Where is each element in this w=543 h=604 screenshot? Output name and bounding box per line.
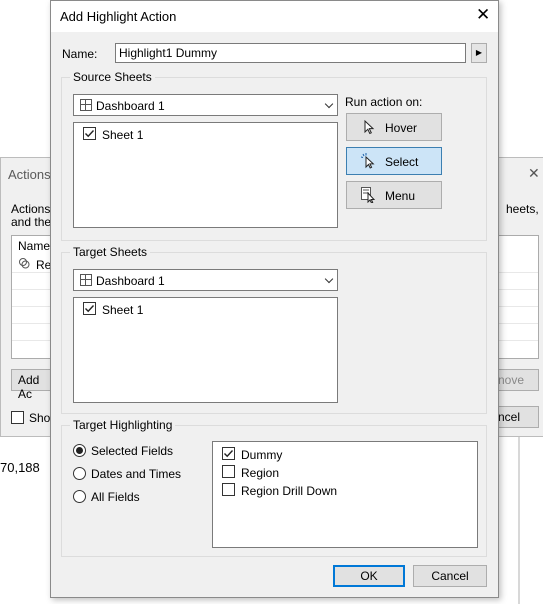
- close-icon[interactable]: ✕: [476, 6, 490, 23]
- ok-button[interactable]: OK: [333, 565, 405, 587]
- field-checkbox-dummy[interactable]: [222, 447, 235, 460]
- show-checkbox[interactable]: [11, 411, 24, 424]
- actions-dialog-title: Actions: [8, 167, 51, 182]
- select-button[interactable]: Select: [346, 147, 442, 175]
- field-checkbox-region-drill-down[interactable]: [222, 483, 235, 496]
- click-cursor-icon: [360, 153, 377, 169]
- target-sheet-label: Sheet 1: [102, 303, 144, 317]
- dates-and-times-radio[interactable]: [73, 467, 86, 480]
- hover-button[interactable]: Hover: [346, 113, 442, 141]
- chevron-down-icon: [324, 274, 334, 284]
- dashboard-icon: [80, 274, 92, 286]
- target-highlighting-group: Target Highlighting Selected Fields Date…: [61, 418, 487, 557]
- background-value: 70,188: [0, 460, 40, 475]
- insert-field-arrow-icon[interactable]: ▶: [471, 43, 487, 63]
- run-action-label: Run action on:: [345, 95, 423, 109]
- field-label-region-drill-down: Region Drill Down: [241, 484, 338, 498]
- actions-description-right: heets,: [506, 202, 539, 216]
- field-checkbox-region[interactable]: [222, 465, 235, 478]
- add-highlight-action-dialog: Add Highlight Action ✕ Name: Highlight1 …: [50, 0, 499, 598]
- field-label-dummy: Dummy: [241, 448, 283, 462]
- highlight-action-icon: [18, 257, 30, 269]
- target-sheets-label: Target Sheets: [70, 245, 151, 259]
- target-sheets-dropdown[interactable]: Dashboard 1: [73, 269, 338, 291]
- all-fields-radio[interactable]: [73, 490, 86, 503]
- target-highlighting-label: Target Highlighting: [70, 418, 176, 432]
- source-sheets-label: Source Sheets: [70, 70, 155, 84]
- close-icon[interactable]: ✕: [528, 165, 540, 182]
- menu-button[interactable]: Menu: [346, 181, 442, 209]
- target-sheet-checkbox[interactable]: [83, 302, 96, 315]
- dialog-title: Add Highlight Action: [60, 9, 177, 24]
- column-header-name: Name: [18, 239, 51, 253]
- dashboard-icon: [80, 99, 92, 111]
- chevron-down-icon: [324, 99, 334, 109]
- source-sheets-list[interactable]: Sheet 1: [73, 122, 338, 228]
- field-label-region: Region: [241, 466, 280, 480]
- all-fields-label: All Fields: [91, 490, 140, 504]
- source-sheet-label: Sheet 1: [102, 128, 144, 142]
- name-label: Name:: [62, 47, 98, 61]
- highlight-fields-list[interactable]: Dummy Region Region Drill Down: [212, 441, 478, 548]
- target-sheets-group: Target Sheets Dashboard 1 Sheet 1: [61, 245, 487, 414]
- background-divider: [518, 437, 520, 604]
- cursor-icon: [361, 119, 377, 135]
- title-bar: Add Highlight Action ✕: [51, 1, 498, 32]
- source-sheets-dropdown[interactable]: Dashboard 1: [73, 94, 338, 116]
- selected-fields-radio[interactable]: [73, 444, 86, 457]
- dates-and-times-label: Dates and Times: [91, 467, 182, 481]
- source-sheets-group: Source Sheets Dashboard 1 Sheet 1 Run ac…: [61, 70, 487, 241]
- target-sheets-list[interactable]: Sheet 1: [73, 297, 338, 403]
- name-input[interactable]: Highlight1 Dummy: [115, 43, 466, 63]
- selected-fields-label: Selected Fields: [91, 444, 174, 458]
- source-sheet-checkbox[interactable]: [83, 127, 96, 140]
- cancel-button[interactable]: Cancel: [413, 565, 487, 587]
- actions-description-line2: and the: [11, 215, 52, 229]
- menu-cursor-icon: [361, 187, 377, 204]
